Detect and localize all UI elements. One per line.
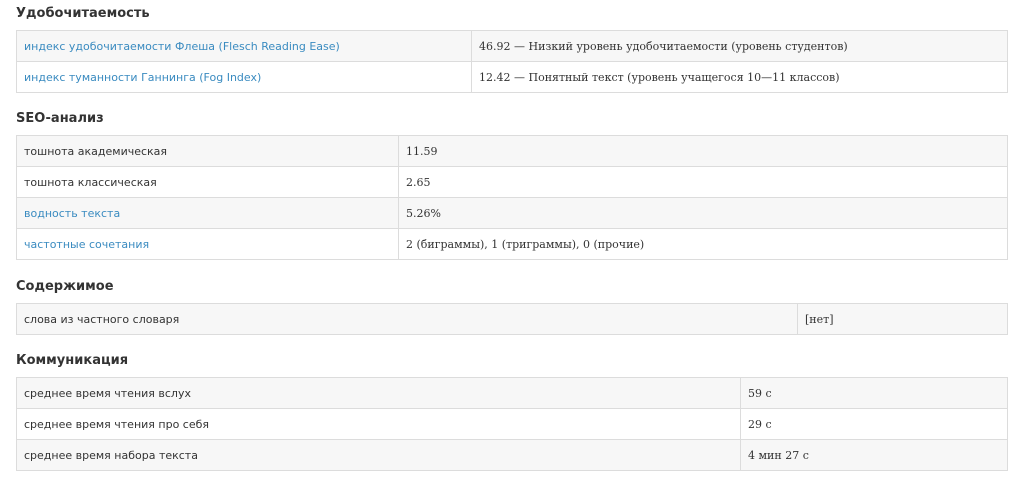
table-cell-value: 29 с bbox=[740, 408, 1008, 440]
table-cell-value: [нет] bbox=[797, 303, 1008, 335]
frequent-combinations-link[interactable]: частотные сочетания bbox=[24, 238, 149, 251]
table-row: индекс туманности Ганнинга (Fog Index) 1… bbox=[16, 61, 1008, 93]
readability-table: индекс удобочитаемости Флеша (Flesch Rea… bbox=[16, 30, 1008, 93]
content-table: слова из частного словаря [нет] bbox=[16, 303, 1008, 335]
table-cell-value: 59 с bbox=[740, 377, 1008, 409]
table-cell-value: 2 (биграммы), 1 (триграммы), 0 (прочие) bbox=[398, 228, 1008, 260]
table-cell-label: индекс туманности Ганнинга (Fog Index) bbox=[16, 61, 472, 93]
table-row: среднее время набора текста 4 мин 27 с bbox=[16, 439, 1008, 471]
section-title-seo: SEO-анализ bbox=[16, 111, 104, 126]
table-cell-label: среднее время чтения вслух bbox=[16, 377, 741, 409]
fog-index-link[interactable]: индекс туманности Ганнинга (Fog Index) bbox=[24, 71, 261, 84]
section-title-readability: Удобочитаемость bbox=[16, 6, 150, 21]
seo-table: тошнота академическая 11.59 тошнота клас… bbox=[16, 135, 1008, 260]
section-title-communication: Коммуникация bbox=[16, 353, 129, 368]
table-cell-label: частотные сочетания bbox=[16, 228, 399, 260]
table-cell-label: водность текста bbox=[16, 197, 399, 229]
flesch-index-link[interactable]: индекс удобочитаемости Флеша (Flesch Rea… bbox=[24, 40, 340, 53]
table-row: среднее время чтения про себя 29 с bbox=[16, 408, 1008, 440]
communication-table: среднее время чтения вслух 59 с среднее … bbox=[16, 377, 1008, 471]
table-cell-label: среднее время набора текста bbox=[16, 439, 741, 471]
table-row: тошнота академическая 11.59 bbox=[16, 135, 1008, 167]
table-cell-value: 4 мин 27 с bbox=[740, 439, 1008, 471]
table-row: водность текста 5.26% bbox=[16, 197, 1008, 229]
table-cell-value: 2.65 bbox=[398, 166, 1008, 198]
section-title-content: Содержимое bbox=[16, 279, 114, 294]
table-cell-value: 46.92 — Низкий уровень удобочитаемости (… bbox=[471, 30, 1008, 62]
table-row: частотные сочетания 2 (биграммы), 1 (три… bbox=[16, 228, 1008, 260]
table-row: тошнота классическая 2.65 bbox=[16, 166, 1008, 198]
table-cell-label: слова из частного словаря bbox=[16, 303, 798, 335]
water-content-link[interactable]: водность текста bbox=[24, 207, 120, 220]
table-cell-label: тошнота классическая bbox=[16, 166, 399, 198]
table-row: слова из частного словаря [нет] bbox=[16, 303, 1008, 335]
table-cell-label: индекс удобочитаемости Флеша (Flesch Rea… bbox=[16, 30, 472, 62]
text-analysis-page: Удобочитаемость индекс удобочитаемости Ф… bbox=[0, 0, 1024, 486]
table-cell-value: 11.59 bbox=[398, 135, 1008, 167]
table-row: среднее время чтения вслух 59 с bbox=[16, 377, 1008, 409]
table-cell-value: 12.42 — Понятный текст (уровень учащегос… bbox=[471, 61, 1008, 93]
table-cell-value: 5.26% bbox=[398, 197, 1008, 229]
table-cell-label: среднее время чтения про себя bbox=[16, 408, 741, 440]
table-cell-label: тошнота академическая bbox=[16, 135, 399, 167]
table-row: индекс удобочитаемости Флеша (Flesch Rea… bbox=[16, 30, 1008, 62]
